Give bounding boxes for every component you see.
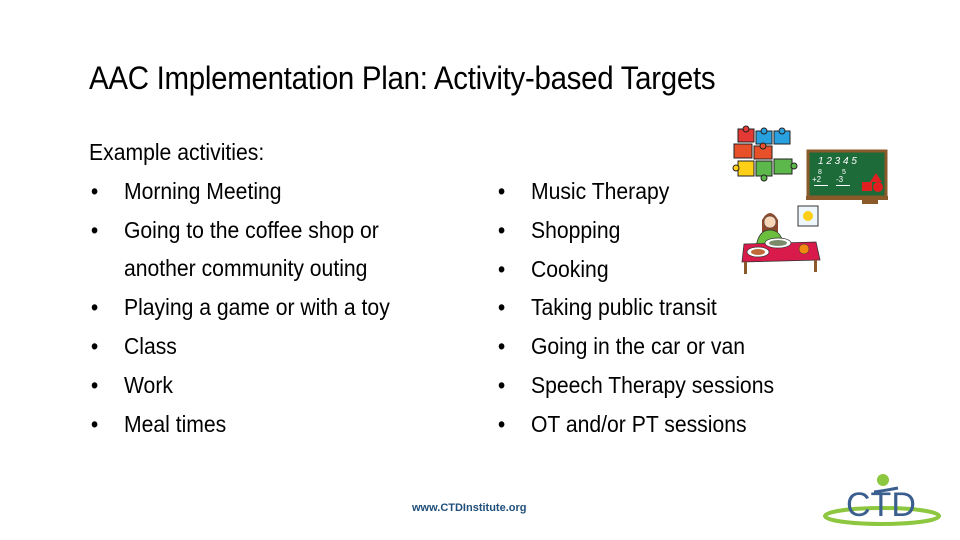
- bullet-icon: •: [497, 216, 506, 243]
- puzzle-piece: [737, 160, 755, 177]
- list-item-text: Going in the car or van: [530, 333, 746, 360]
- list-item: • Shopping: [496, 211, 774, 250]
- bullet-icon: •: [497, 255, 506, 282]
- list-item: • Cooking: [496, 250, 774, 289]
- puzzle-pieces-icon: [732, 125, 798, 182]
- list-item-text: Cooking: [530, 255, 609, 282]
- bullet-icon: •: [90, 410, 99, 437]
- list-item: • Taking public transit: [496, 288, 774, 327]
- footer-url-link[interactable]: www.CTDInstitute.org: [412, 502, 526, 514]
- puzzle-piece: [773, 158, 793, 175]
- bullet-icon: •: [90, 177, 99, 204]
- list-item-text: Shopping: [530, 216, 621, 243]
- bullet-icon: •: [90, 332, 99, 359]
- bullet-icon: •: [90, 294, 99, 321]
- puzzle-piece: [733, 143, 753, 159]
- chalkboard-math-2-bottom: -3: [836, 175, 844, 184]
- logo-person-head: [877, 474, 889, 486]
- bullet-icon: •: [90, 216, 99, 243]
- list-item: • Going to the coffee shop or: [89, 211, 390, 250]
- ctd-logo: CTD: [822, 470, 944, 532]
- list-item-text: Meal times: [123, 410, 227, 437]
- list-item-text: Morning Meeting: [123, 177, 282, 204]
- chalkboard-math-1-bottom: +2: [812, 175, 822, 184]
- bullet-icon: •: [497, 333, 506, 360]
- list-item: • Going in the car or van: [496, 327, 774, 366]
- list-heading: Example activities:: [89, 139, 265, 165]
- list-item-text: Speech Therapy sessions: [530, 371, 775, 398]
- bullet-icon: •: [497, 410, 506, 437]
- slide-title: AAC Implementation Plan: Activity-based …: [89, 60, 716, 96]
- list-item: • Playing a game or with a toy: [89, 288, 390, 327]
- left-activity-list: Example activities: • Morning Meeting • Go…: [89, 133, 390, 443]
- list-item: • Class: [89, 327, 390, 366]
- person-eating-meal-icon: [740, 200, 830, 280]
- bullet-icon: •: [497, 294, 506, 321]
- list-item: • Meal times: [89, 405, 390, 444]
- logo-text: CTD: [846, 486, 916, 524]
- bullet-icon: •: [497, 178, 506, 204]
- chalkboard-numbers: 1 2 3 4 5: [818, 156, 857, 167]
- bullet-icon: •: [497, 371, 506, 398]
- list-item: • OT and/or PT sessions: [496, 405, 774, 444]
- list-item-text: Class: [123, 332, 177, 359]
- list-item-text: Music Therapy: [530, 178, 670, 204]
- list-item-text: Taking public transit: [530, 294, 717, 321]
- list-item-text: OT and/or PT sessions: [530, 410, 747, 437]
- bullet-icon: •: [90, 371, 99, 398]
- list-item-text: Playing a game or with a toy: [123, 294, 390, 321]
- list-item: • Work: [89, 366, 390, 405]
- right-activity-list: • Music Therapy • Shopping • Cooking • Takin…: [496, 172, 774, 444]
- list-item-continuation: another community outing: [123, 255, 368, 282]
- list-item-text: Work: [123, 371, 173, 398]
- puzzle-piece: [755, 160, 773, 177]
- chalkboard-icon: 1 2 3 4 5 8 +2 5 -3: [806, 149, 888, 205]
- list-item: • Morning Meeting: [89, 172, 390, 211]
- list-item-text: Going to the coffee shop or: [123, 216, 379, 243]
- list-item: • Speech Therapy sessions: [496, 366, 774, 405]
